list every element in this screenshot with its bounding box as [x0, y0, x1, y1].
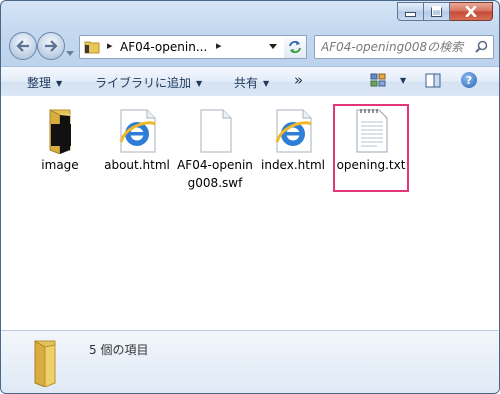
change-view-button[interactable]: ▼ — [370, 73, 406, 87]
help-icon: ? — [465, 73, 473, 87]
chevron-down-icon: ▼ — [56, 79, 63, 88]
forward-button[interactable] — [37, 32, 65, 60]
more-label: » — [294, 71, 304, 89]
search-icon[interactable] — [475, 40, 488, 53]
chevron-down-icon: ▼ — [263, 79, 270, 88]
forward-arrow-icon — [45, 40, 58, 52]
breadcrumb-arrow[interactable]: ▸ — [107, 39, 113, 52]
item-count-status: 5 個の項目 — [89, 343, 149, 357]
maximize-icon — [431, 6, 442, 17]
file-item[interactable]: about.html — [99, 106, 175, 174]
breadcrumb-current-folder[interactable]: AF04-openin... — [120, 40, 207, 54]
add-to-library-label: ライブラリに追加 — [95, 76, 192, 90]
maximize-button[interactable] — [424, 2, 450, 21]
preview-pane-icon — [425, 73, 441, 88]
file-list: image about.html AF04-opening008.swf ind… — [1, 96, 499, 330]
file-label: image — [41, 158, 79, 172]
minimize-icon — [405, 12, 416, 17]
file-label: index.html — [261, 158, 325, 172]
chevron-down-icon[interactable] — [269, 44, 277, 50]
search-input[interactable] — [321, 37, 471, 57]
explorer-window: ▸ AF04-openin... ▸ 整理▼ ライブラリに追 — [0, 0, 500, 394]
refresh-button[interactable] — [284, 35, 307, 59]
preview-pane-button[interactable] — [425, 73, 441, 92]
share-menu[interactable]: 共有 ▼ — [234, 74, 269, 91]
file-label: AF04-opening008.swf — [177, 158, 253, 190]
close-button[interactable] — [450, 2, 493, 21]
more-commands-button[interactable]: » — [294, 71, 303, 89]
search-box[interactable] — [314, 35, 494, 59]
caption-buttons — [397, 2, 493, 21]
add-to-library-menu[interactable]: ライブラリに追加 ▼ — [95, 74, 202, 91]
chevron-down-icon — [66, 51, 74, 56]
organize-menu[interactable]: 整理 ▼ — [27, 74, 62, 91]
help-button[interactable]: ? — [461, 72, 477, 88]
file-label: about.html — [104, 158, 170, 172]
address-bar[interactable]: ▸ AF04-openin... ▸ — [79, 35, 307, 59]
share-label: 共有 — [234, 76, 259, 90]
view-grid-icon — [370, 73, 386, 87]
close-icon — [465, 6, 477, 17]
minimize-button[interactable] — [397, 2, 424, 21]
organize-label: 整理 — [27, 76, 52, 90]
ie-icon — [269, 106, 317, 154]
breadcrumb-arrow[interactable]: ▸ — [216, 39, 222, 52]
refresh-icon — [289, 41, 301, 53]
chevron-down-icon[interactable]: ▼ — [400, 76, 406, 85]
selection-highlight — [333, 104, 409, 192]
folder-icon — [36, 106, 84, 155]
details-pane: 5 個の項目 — [1, 330, 499, 393]
ie-icon — [113, 106, 161, 154]
file-item[interactable]: index.html — [255, 106, 331, 174]
navigation-bar: ▸ AF04-openin... ▸ — [1, 32, 499, 62]
blank-file-icon — [191, 106, 239, 154]
file-item[interactable]: image — [22, 106, 98, 174]
folder-icon — [34, 340, 56, 387]
recent-pages-dropdown[interactable] — [66, 42, 74, 61]
chevron-down-icon: ▼ — [196, 79, 203, 88]
back-arrow-icon — [16, 40, 29, 52]
file-item[interactable]: AF04-opening008.swf — [177, 106, 253, 192]
command-bar: 整理 ▼ ライブラリに追加 ▼ 共有 ▼ » ▼ ? — [1, 66, 499, 97]
back-button[interactable] — [9, 32, 37, 60]
folder-icon — [84, 41, 100, 54]
